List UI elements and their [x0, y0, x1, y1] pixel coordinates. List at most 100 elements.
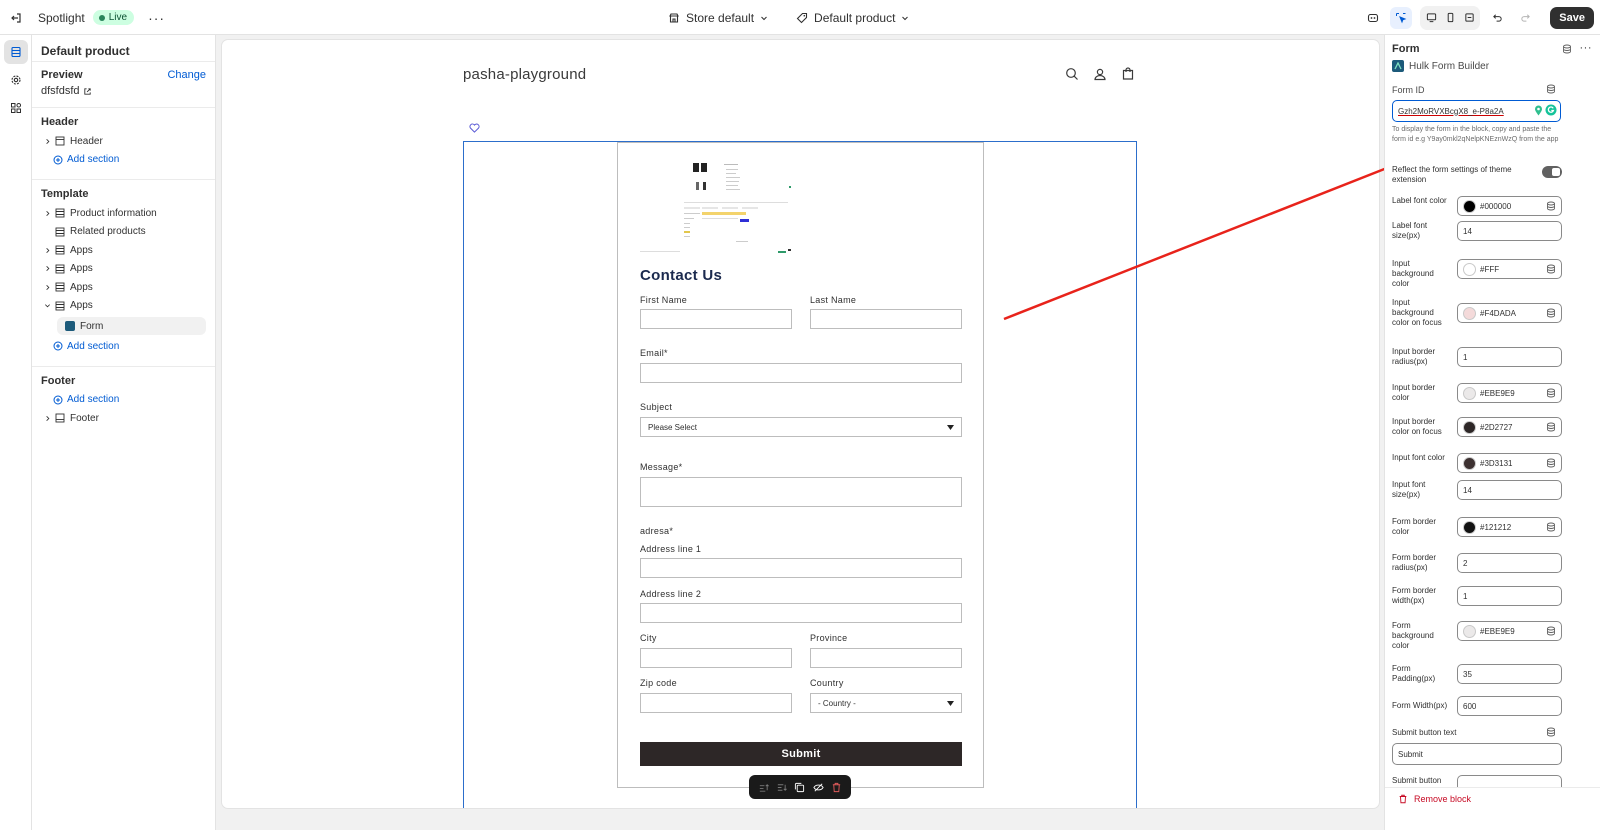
setting-field[interactable]: 35: [1457, 664, 1562, 684]
color-swatch[interactable]: [1463, 456, 1476, 470]
city-field[interactable]: [640, 648, 792, 668]
sidebar-item-related-products[interactable]: Related products: [41, 223, 206, 242]
template-select[interactable]: Default product: [796, 11, 909, 25]
sidebar-item-apps[interactable]: Apps: [41, 241, 206, 260]
chevron-right-icon[interactable]: [41, 138, 53, 145]
reflect-theme-toggle[interactable]: [1542, 166, 1562, 178]
color-swatch[interactable]: [1463, 306, 1476, 320]
inspector-button[interactable]: [1390, 6, 1413, 29]
address-line-2-field[interactable]: [640, 603, 962, 623]
database-icon[interactable]: [1546, 308, 1556, 320]
email-field[interactable]: [640, 363, 962, 383]
theme-settings-rail-button[interactable]: [4, 68, 28, 92]
zip-code-field[interactable]: [640, 693, 792, 713]
color-swatch[interactable]: [1463, 520, 1476, 534]
add-section-template[interactable]: Add section: [41, 337, 206, 356]
chevron-right-icon[interactable]: [41, 210, 53, 217]
subject-select[interactable]: Please Select: [640, 417, 962, 437]
mobile-view-button[interactable]: [1441, 7, 1459, 29]
store-select[interactable]: Store default: [668, 11, 768, 25]
preview-product-link[interactable]: dfsfdsfd: [41, 85, 206, 97]
fullscreen-view-button[interactable]: [1460, 7, 1478, 29]
heart-icon[interactable]: [469, 123, 480, 133]
add-section-header[interactable]: Add section: [41, 151, 206, 170]
add-section-footer[interactable]: Add section: [41, 391, 206, 410]
delete-button[interactable]: [830, 780, 844, 794]
database-icon[interactable]: [1546, 388, 1556, 400]
save-button[interactable]: Save: [1550, 6, 1594, 29]
form-submit-button[interactable]: Submit: [640, 742, 962, 766]
account-icon[interactable]: [1093, 67, 1107, 81]
database-icon[interactable]: [1546, 626, 1556, 638]
message-field[interactable]: [640, 477, 962, 507]
setting-field[interactable]: 2: [1457, 553, 1562, 573]
last-name-field[interactable]: [810, 309, 962, 329]
cart-icon[interactable]: [1121, 67, 1135, 81]
setting-field[interactable]: 1: [1457, 347, 1562, 367]
exit-button[interactable]: [0, 0, 32, 35]
panel-more-icon[interactable]: ···: [1580, 43, 1593, 54]
form-id-input[interactable]: Gzh2MoRVXBcgX8_e-P8a2A: [1392, 100, 1561, 122]
store-name[interactable]: pasha-playground: [463, 66, 586, 83]
sidekick-button[interactable]: [1362, 7, 1384, 29]
setting-field[interactable]: #000000: [1457, 196, 1562, 216]
chevron-down-icon[interactable]: [41, 302, 53, 309]
province-field[interactable]: [810, 648, 962, 668]
sidebar-item-form-block[interactable]: Form: [57, 317, 206, 335]
setting-field[interactable]: 14: [1457, 480, 1562, 500]
setting-field[interactable]: 14: [1457, 221, 1562, 241]
setting-field[interactable]: #EBE9E9: [1457, 621, 1562, 641]
grammarly-icon[interactable]: [1545, 104, 1557, 116]
apps-rail-button[interactable]: [4, 96, 28, 120]
chevron-right-icon[interactable]: [41, 247, 53, 254]
location-pin-icon[interactable]: [1534, 105, 1543, 116]
setting-field[interactable]: 1: [1457, 586, 1562, 606]
sidebar-item-product-information[interactable]: Product information: [41, 204, 206, 223]
database-icon[interactable]: [1546, 458, 1556, 470]
database-icon[interactable]: [1546, 84, 1556, 94]
change-preview-link[interactable]: Change: [167, 69, 206, 81]
redo-button[interactable]: [1514, 7, 1536, 29]
setting-field[interactable]: #F4DADA: [1457, 303, 1562, 323]
color-swatch[interactable]: [1463, 420, 1476, 434]
database-icon[interactable]: [1546, 522, 1556, 534]
database-icon[interactable]: [1546, 422, 1556, 434]
setting-field[interactable]: #121212: [1457, 517, 1562, 537]
sidebar-item-apps[interactable]: Apps: [41, 278, 206, 297]
remove-block-button[interactable]: Remove block: [1398, 794, 1471, 804]
search-icon[interactable]: [1065, 67, 1079, 81]
first-name-field[interactable]: [640, 309, 792, 329]
setting-field[interactable]: #3D3131: [1457, 453, 1562, 473]
hide-button[interactable]: [811, 780, 825, 794]
setting-field[interactable]: #2D2727: [1457, 417, 1562, 437]
move-down-button[interactable]: [775, 780, 789, 794]
sidebar-item-apps[interactable]: Apps: [41, 260, 206, 279]
database-icon[interactable]: [1546, 264, 1556, 276]
sidebar-item-apps-expanded[interactable]: Apps: [41, 297, 206, 316]
desktop-view-button[interactable]: [1422, 7, 1440, 29]
database-icon[interactable]: [1562, 44, 1572, 54]
move-up-button[interactable]: [756, 780, 770, 794]
color-swatch[interactable]: [1463, 386, 1476, 400]
setting-field[interactable]: 600: [1457, 696, 1562, 716]
sections-rail-button[interactable]: [3, 40, 28, 64]
chevron-right-icon[interactable]: [41, 415, 53, 422]
database-icon[interactable]: [1546, 201, 1556, 213]
address-line-1-field[interactable]: [640, 558, 962, 578]
sidebar-item-footer[interactable]: Footer: [41, 409, 206, 428]
color-swatch[interactable]: [1463, 199, 1476, 213]
chevron-right-icon[interactable]: [41, 265, 53, 272]
sidebar-item-header[interactable]: Header: [41, 132, 206, 151]
color-swatch[interactable]: [1463, 624, 1476, 638]
undo-button[interactable]: [1486, 7, 1508, 29]
database-icon[interactable]: [1546, 727, 1556, 737]
color-swatch[interactable]: [1463, 262, 1476, 276]
setting-field[interactable]: #FFF: [1457, 259, 1562, 279]
chevron-right-icon[interactable]: [41, 284, 53, 291]
duplicate-button[interactable]: [793, 780, 807, 794]
country-select[interactable]: - Country -: [810, 693, 962, 713]
theme-name: Spotlight: [38, 10, 85, 25]
more-actions-icon[interactable]: ···: [148, 10, 165, 26]
setting-field[interactable]: #EBE9E9: [1457, 383, 1562, 403]
submit-text-input[interactable]: Submit: [1392, 743, 1562, 765]
